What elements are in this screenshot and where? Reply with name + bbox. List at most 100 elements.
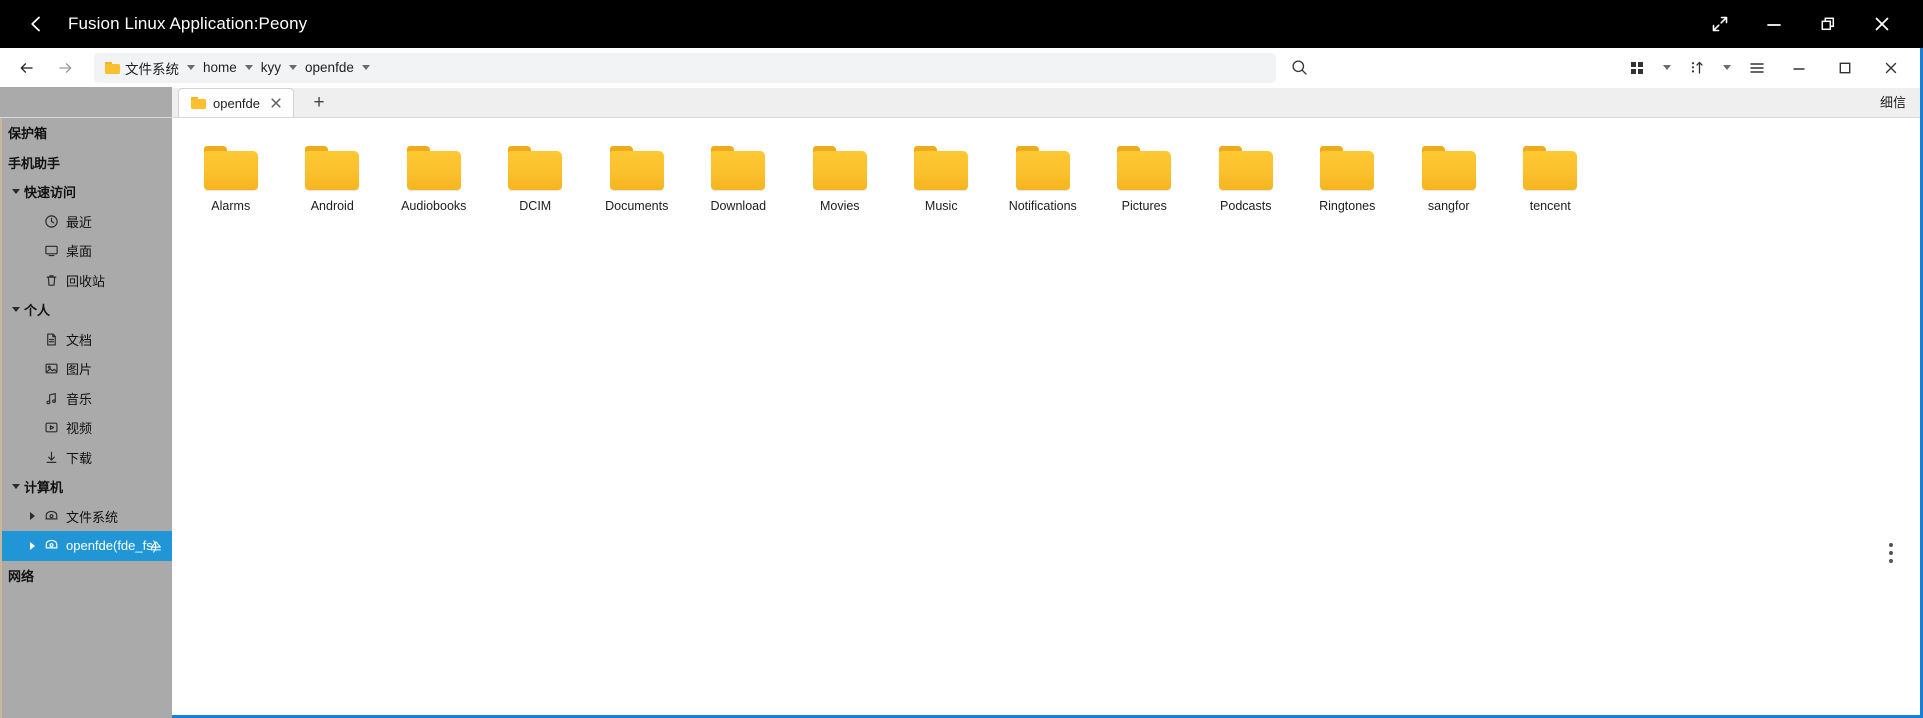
chevron-right-icon: [29, 512, 35, 521]
file-item[interactable]: Alarms: [180, 140, 282, 257]
tab-openfde[interactable]: openfde: [178, 88, 294, 117]
breadcrumb-label: home: [203, 60, 237, 75]
tab-close-button[interactable]: [269, 96, 283, 110]
sidebar-twisty[interactable]: [8, 484, 24, 490]
path-breadcrumb-bar[interactable]: 文件系统 home kyy openfde: [94, 52, 1276, 83]
file-item[interactable]: Pictures: [1094, 140, 1196, 257]
sidebar-item-3[interactable]: 最近: [2, 207, 172, 237]
sidebar-item-label: 音乐: [66, 391, 93, 407]
sidebar-item-13[interactable]: 文件系统: [2, 502, 172, 532]
file-item[interactable]: Download: [688, 140, 790, 257]
file-item[interactable]: DCIM: [485, 140, 587, 257]
file-grid: Alarms Android Audiobooks DCIM Documents…: [172, 140, 1920, 257]
file-item[interactable]: Music: [891, 140, 993, 257]
app-titlebar: Fusion Linux Application:Peony: [0, 0, 1923, 48]
folder-icon: [105, 61, 120, 74]
expand-button[interactable]: [1693, 0, 1747, 48]
close-x-icon: [271, 98, 281, 108]
nav-back-button[interactable]: [8, 53, 46, 83]
sidebar-item-2[interactable]: 快速访问: [2, 177, 172, 207]
file-manager-body: 文件系统 home kyy openfde openfde + 细信 保护箱 手…: [0, 48, 1923, 718]
file-grid-area[interactable]: Alarms Android Audiobooks DCIM Documents…: [172, 118, 1920, 715]
breadcrumb-dropdown-2[interactable]: [284, 65, 302, 70]
chevron-right-icon: [29, 541, 35, 550]
sidebar-item-8[interactable]: 图片: [2, 354, 172, 384]
window-minimize-button[interactable]: [1776, 52, 1822, 84]
file-item[interactable]: tencent: [1500, 140, 1602, 257]
more-vertical-icon-dot: [1889, 543, 1893, 547]
breadcrumb-dropdown-1[interactable]: [240, 65, 258, 70]
arrow-left-icon: [20, 62, 33, 73]
window-maximize-button[interactable]: [1822, 52, 1868, 84]
music-note-icon: [40, 389, 62, 407]
trash-icon: [40, 271, 62, 289]
close-button[interactable]: [1855, 0, 1909, 48]
sidebar-item-12[interactable]: 计算机: [2, 472, 172, 502]
sidebar-item-0[interactable]: 保护箱: [2, 118, 172, 148]
sidebar-twisty[interactable]: [24, 541, 40, 550]
search-button[interactable]: [1280, 52, 1318, 84]
sidebar-twisty[interactable]: [24, 512, 40, 521]
tabstrip-sidebar-filler: [0, 87, 172, 117]
file-item-label: Movies: [819, 199, 860, 213]
file-item[interactable]: Ringtones: [1297, 140, 1399, 257]
chevron-down-icon: [12, 484, 20, 490]
breadcrumb-dropdown-0[interactable]: [182, 65, 200, 70]
breadcrumb-item-1[interactable]: home: [200, 56, 240, 80]
sidebar-item-label: 下载: [66, 450, 93, 466]
folder-icon: [812, 146, 867, 190]
sidebar-item-5[interactable]: 回收站: [2, 266, 172, 296]
sidebar-item-11[interactable]: 下载: [2, 443, 172, 473]
sidebar: 保护箱 手机助手 快速访问 最近 桌面 回收站 个人 文档 图片音乐视频下载计算机 文件系统 ope…: [0, 118, 172, 718]
file-item[interactable]: Documents: [586, 140, 688, 257]
breadcrumb-item-2[interactable]: kyy: [258, 56, 284, 80]
breadcrumb-label: openfde: [305, 60, 354, 75]
breadcrumb-label: 文件系统: [125, 61, 179, 77]
file-item[interactable]: Podcasts: [1195, 140, 1297, 257]
main-menu-button[interactable]: [1738, 52, 1776, 84]
folder-icon: [1523, 146, 1578, 190]
clock-icon: [40, 212, 62, 230]
new-tab-button[interactable]: +: [302, 89, 336, 117]
minimize-button[interactable]: [1747, 0, 1801, 48]
more-vertical-icon-dot: [1889, 559, 1893, 563]
window-close-button[interactable]: [1868, 52, 1914, 84]
restore-button[interactable]: [1801, 0, 1855, 48]
file-item-label: Download: [710, 199, 767, 213]
eject-icon[interactable]: [148, 538, 164, 554]
file-item[interactable]: Notifications: [992, 140, 1094, 257]
file-item-label: Android: [310, 199, 354, 213]
sidebar-item-10[interactable]: 视频: [2, 413, 172, 443]
file-item[interactable]: Android: [282, 140, 384, 257]
view-mode-dropdown[interactable]: [1656, 52, 1678, 84]
sidebar-item-4[interactable]: 桌面: [2, 236, 172, 266]
sidebar-item-6[interactable]: 个人: [2, 295, 172, 325]
nav-forward-button[interactable]: [46, 53, 84, 83]
more-vertical-icon-dot: [1889, 551, 1893, 555]
minimize-icon: [1793, 67, 1805, 70]
breadcrumb-item-0[interactable]: 文件系统: [102, 56, 182, 80]
breadcrumb-item-3[interactable]: openfde: [302, 56, 357, 80]
sidebar-item-label: 网络: [8, 568, 35, 584]
file-item[interactable]: Audiobooks: [383, 140, 485, 257]
sidebar-item-1[interactable]: 手机助手: [2, 148, 172, 178]
file-item-label: tencent: [1529, 199, 1571, 213]
sidebar-twisty[interactable]: [8, 189, 24, 195]
sidebar-item-14[interactable]: openfde(fde_fs): [2, 531, 172, 561]
sidebar-item-7[interactable]: 文档: [2, 325, 172, 355]
file-item[interactable]: sangfor: [1398, 140, 1500, 257]
more-options-button[interactable]: [1876, 536, 1906, 570]
sort-button[interactable]: [1678, 52, 1716, 84]
view-mode-button[interactable]: [1618, 52, 1656, 84]
sidebar-item-label: openfde(fde_fs): [66, 538, 158, 554]
sidebar-twisty[interactable]: [8, 307, 24, 313]
folder-icon: [711, 146, 766, 190]
detail-view-label[interactable]: 细信: [1880, 92, 1920, 117]
file-item[interactable]: Movies: [789, 140, 891, 257]
sort-dropdown[interactable]: [1716, 52, 1738, 84]
sidebar-item-15[interactable]: 网络: [2, 561, 172, 591]
breadcrumb-dropdown-3[interactable]: [357, 65, 375, 70]
chevron-down-icon: [187, 65, 195, 70]
sidebar-item-9[interactable]: 音乐: [2, 384, 172, 414]
back-button[interactable]: [12, 0, 60, 48]
